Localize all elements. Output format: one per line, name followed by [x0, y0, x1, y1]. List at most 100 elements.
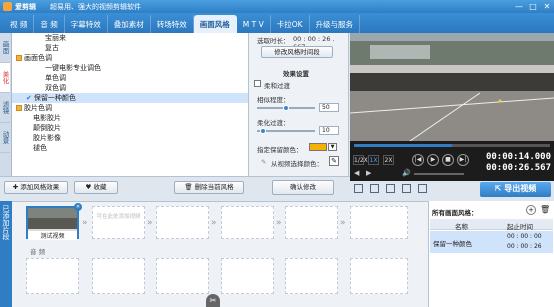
pipette-small-icon: ✎: [261, 158, 267, 166]
scissors-icon[interactable]: ✂: [206, 294, 220, 307]
empty-slot[interactable]: [350, 206, 408, 239]
softness-input[interactable]: 10: [319, 126, 339, 135]
smooth-checkbox[interactable]: [254, 80, 261, 87]
tree-item[interactable]: 宝丽来: [12, 33, 248, 43]
clip-name: 测试视频: [28, 231, 77, 240]
folder-icon[interactable]: [386, 184, 395, 193]
prev-icon[interactable]: ◀: [354, 169, 359, 177]
tab-4[interactable]: 转场特效: [151, 15, 194, 33]
audio-slot[interactable]: [285, 258, 338, 294]
empty-slot[interactable]: [156, 206, 209, 239]
tab-6[interactable]: M T V: [237, 15, 271, 33]
empty-slot[interactable]: [285, 206, 338, 239]
side-tab-3[interactable]: 动景: [0, 123, 10, 153]
confirm-button[interactable]: 确认修改: [272, 180, 334, 195]
delete-style-button[interactable]: 🗑 删除当前风格: [174, 181, 244, 194]
side-tab-1[interactable]: 美化: [0, 63, 10, 93]
action-bar: ✚ 添加风格效果 ♥ 收藏 🗑 删除当前风格 确认修改: [0, 176, 350, 196]
tree-item[interactable]: 褪色: [12, 143, 248, 153]
color-dropdown-icon[interactable]: ▼: [328, 143, 337, 151]
tab-1[interactable]: 音 频: [34, 15, 65, 33]
play-icon[interactable]: ▶: [427, 154, 439, 166]
audio-slot[interactable]: [350, 258, 408, 294]
tree-group[interactable]: 画面色调: [12, 53, 248, 63]
minimize-button[interactable]: —: [512, 2, 526, 11]
speed-half-button[interactable]: 1/2X: [353, 155, 368, 165]
clip-remove-icon[interactable]: ✕: [74, 203, 82, 211]
tab-7[interactable]: 卡拉OK: [271, 15, 310, 33]
main-tab-bar: 视 频音 频字幕特效 叠加素材 转场特效 画面风格 M T V 卡拉OK 升级与服务: [0, 13, 554, 33]
styles-list-title: 所有画面风格：: [432, 209, 478, 217]
next-frame-icon[interactable]: ▶|: [457, 154, 469, 166]
tree-item[interactable]: 复古: [12, 43, 248, 53]
empty-slot[interactable]: [221, 206, 274, 239]
tree-group[interactable]: 胶片色调: [12, 103, 248, 113]
clip-thumbnail[interactable]: 测试视频: [26, 206, 79, 240]
tab-2[interactable]: 字幕特效: [65, 15, 108, 33]
tree-item-label: 胶片影像: [33, 134, 61, 142]
tree-item[interactable]: 电影胶片: [12, 113, 248, 123]
audio-slot[interactable]: [26, 258, 79, 294]
style-tree[interactable]: 宝丽来 复古 画面色调 一键电影专业调色 单色调 双色调 ✔ 保留一种颜色 胶片色调 电影胶片 颠倒…: [12, 33, 249, 176]
settings-icon[interactable]: [418, 184, 427, 193]
smooth-label: 柔和过渡: [264, 82, 290, 90]
current-time: 00:00:14.000: [485, 152, 551, 162]
pick-color-label: 从视频选择颜色：: [271, 160, 323, 168]
video-preview[interactable]: [350, 33, 554, 141]
tree-item[interactable]: 颠倒胶片: [12, 123, 248, 133]
speed-2x-button[interactable]: 2X: [383, 155, 394, 165]
audio-slot[interactable]: [221, 258, 274, 294]
side-tab-bar: 画面 美化 滤镜 动景: [0, 33, 12, 176]
modify-time-button[interactable]: 修改风格时间段: [261, 46, 333, 58]
tab-8[interactable]: 升级与服务: [310, 15, 361, 33]
tree-item[interactable]: 单色调: [12, 73, 248, 83]
next-icon[interactable]: ▶: [366, 169, 371, 177]
audio-slot[interactable]: [92, 258, 145, 294]
tab-3[interactable]: 叠加素材: [108, 15, 151, 33]
similarity-knob[interactable]: [283, 105, 289, 111]
softness-label: 柔化过渡：: [257, 119, 290, 127]
audio-slot[interactable]: [156, 258, 209, 294]
film-icon[interactable]: [354, 184, 363, 193]
speed-1x-button[interactable]: 1X: [368, 155, 379, 165]
tab-5[interactable]: 画面风格: [193, 15, 237, 33]
export-video-button[interactable]: ⇱ 导出视频: [480, 182, 551, 197]
volume-icon[interactable]: 🔊: [402, 169, 411, 177]
softness-knob[interactable]: [259, 128, 266, 134]
volume-slider[interactable]: [414, 173, 464, 175]
side-tab-2[interactable]: 滤镜: [0, 93, 10, 123]
softness-slider[interactable]: [257, 128, 315, 134]
favorite-button[interactable]: ♥ 收藏: [74, 181, 118, 194]
add-style-button[interactable]: ✚ 添加风格效果: [4, 181, 68, 194]
arrow-icon: »: [147, 218, 153, 228]
tree-item-label: 一键电影专业调色: [45, 64, 101, 72]
prev-frame-icon[interactable]: |◀: [412, 154, 424, 166]
save-icon[interactable]: [370, 184, 379, 193]
arrow-icon: »: [211, 218, 217, 228]
tree-item[interactable]: 双色调: [12, 83, 248, 93]
empty-slot[interactable]: 可在此处添加视频: [92, 206, 145, 239]
styles-list-panel: 所有画面风格： + 🗑 名称 起止时间 保留一种颜色 00 : 00 : 00 …: [428, 201, 554, 307]
tree-item[interactable]: ✔ 保留一种颜色: [12, 93, 248, 103]
share-icon[interactable]: [402, 184, 411, 193]
similarity-slider[interactable]: [257, 105, 315, 111]
tree-item[interactable]: 一键电影专业调色: [12, 63, 248, 73]
delete-icon[interactable]: 🗑: [540, 205, 550, 214]
stop-icon[interactable]: ■: [442, 154, 454, 166]
eyedropper-icon[interactable]: ✎: [329, 156, 339, 166]
trash-icon: 🗑: [184, 183, 195, 191]
tree-item-label: 宝丽来: [45, 34, 66, 42]
add-icon[interactable]: +: [526, 205, 536, 215]
color-label: 指定保留颜色：: [257, 146, 303, 154]
close-button[interactable]: ✕: [540, 2, 554, 11]
seek-bar[interactable]: [354, 144, 550, 147]
check-icon: ✔: [26, 94, 32, 102]
tab-0[interactable]: 视 频: [4, 15, 35, 33]
similarity-input[interactable]: 50: [319, 103, 339, 112]
retain-color-swatch[interactable]: [309, 143, 327, 151]
tree-item[interactable]: 胶片影像: [12, 133, 248, 143]
col-name-header: 名称: [455, 223, 468, 231]
favorite-label: 收藏: [93, 183, 107, 191]
side-tab-0[interactable]: 画面: [0, 33, 10, 63]
restore-button[interactable]: □: [526, 2, 540, 11]
